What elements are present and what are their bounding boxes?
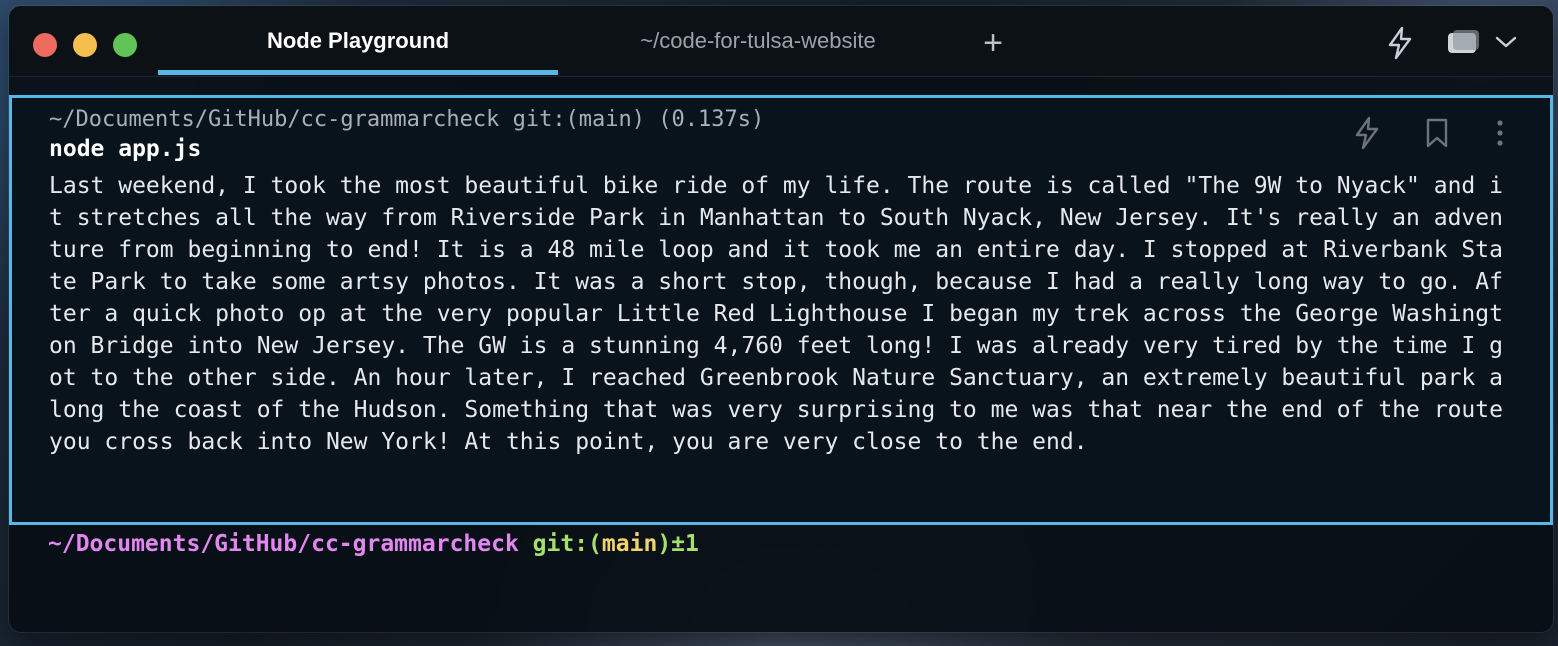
terminal-window: Node Playground ~/code-for-tulsa-website… [9,6,1553,632]
zoom-window-button[interactable] [113,33,137,57]
tab-label: Node Playground [266,28,450,53]
block-output: Last weekend, I took the most beautiful … [49,173,1517,455]
tab-node-playground[interactable]: Node Playground [158,6,558,76]
close-window-button[interactable] [33,33,57,57]
bookmark-icon[interactable] [1424,118,1450,153]
live-prompt[interactable]: ~/Documents/GitHub/cc-grammarcheck git:(… [48,531,699,557]
prompt-git-suffix: )±1 [657,531,699,557]
prompt-git-prefix: git:( [532,531,602,557]
title-bar: Node Playground ~/code-for-tulsa-website… [9,6,1553,77]
prompt-path: ~/Documents/GitHub/cc-grammarcheck [48,531,519,557]
chevron-down-icon[interactable] [1493,32,1519,57]
split-pane-icon[interactable] [1445,28,1487,63]
block-prompt: ~/Documents/GitHub/cc-grammarcheck git:(… [49,107,765,132]
tab-label: ~/code-for-tulsa-website [640,28,876,53]
new-tab-button[interactable]: + [976,26,1010,60]
prompt-branch: main [601,531,658,557]
tab-code-for-tulsa-website[interactable]: ~/code-for-tulsa-website [558,6,958,76]
active-tab-indicator [158,70,558,75]
more-vertical-icon[interactable] [1490,118,1510,153]
command-block[interactable]: ~/Documents/GitHub/cc-grammarcheck git:(… [9,95,1553,525]
minimize-window-button[interactable] [73,33,97,57]
lightning-icon[interactable] [1352,116,1382,155]
lightning-icon[interactable] [1385,26,1415,65]
block-command: node app.js [49,136,202,162]
